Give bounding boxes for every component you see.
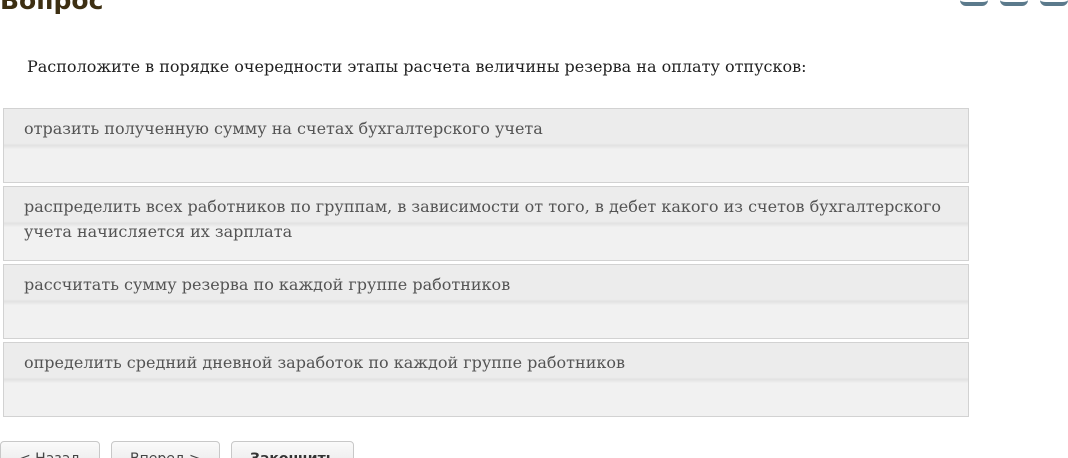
page-title: Вопрос — [0, 0, 104, 15]
answer-item[interactable]: рассчитать сумму резерва по каждой групп… — [3, 264, 969, 339]
answer-item[interactable]: отразить полученную сумму на счетах бухг… — [3, 108, 969, 183]
answer-item[interactable]: определить средний дневной заработок по … — [3, 342, 969, 417]
question-text: Расположите в порядке очередности этапы … — [27, 57, 807, 76]
back-button[interactable]: < Назад — [0, 441, 100, 458]
control-icon-3[interactable] — [1040, 0, 1068, 6]
window-controls[interactable] — [960, 0, 1068, 6]
control-icon-2[interactable] — [1000, 0, 1028, 6]
forward-button[interactable]: Вперед > — [111, 441, 220, 458]
answer-item[interactable]: распределить всех работников по группам,… — [3, 186, 969, 261]
navigation-buttons: < Назад Вперед > Закончить — [0, 441, 354, 458]
finish-button[interactable]: Закончить — [231, 441, 354, 458]
sortable-answer-list: отразить полученную сумму на счетах бухг… — [3, 108, 969, 420]
control-icon-1[interactable] — [960, 0, 988, 6]
